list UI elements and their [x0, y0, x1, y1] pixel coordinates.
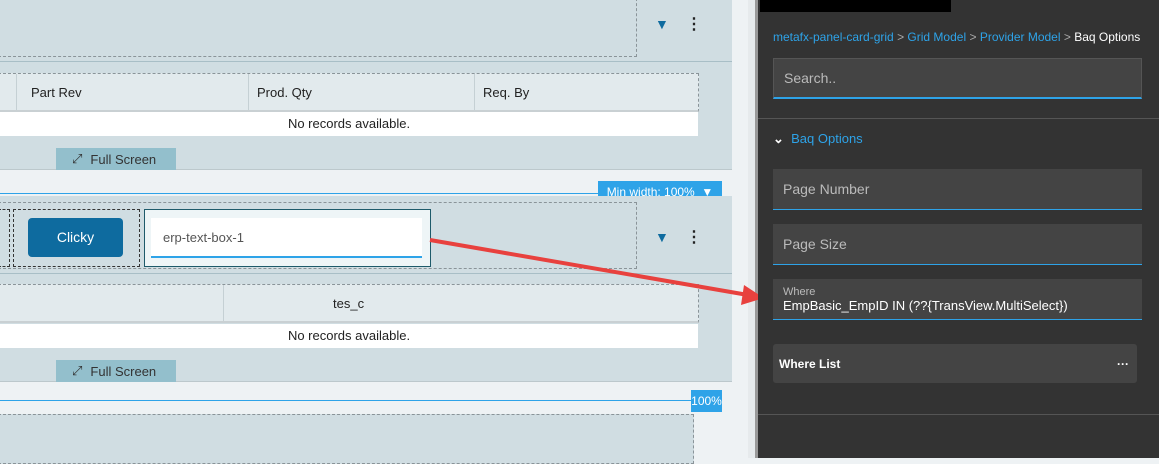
- breadcrumb-current: Baq Options: [1074, 30, 1141, 44]
- divider: [758, 414, 1159, 415]
- breadcrumb-separator: >: [1063, 30, 1071, 44]
- search-input[interactable]: Search..: [773, 58, 1142, 99]
- breadcrumb-separator: >: [897, 30, 905, 44]
- breadcrumb-item[interactable]: Provider Model: [980, 30, 1061, 44]
- divider: [758, 118, 1159, 119]
- properties-panel: metafx-panel-card-grid > Grid Model > Pr…: [758, 0, 1159, 458]
- page-number-field[interactable]: Page Number: [773, 169, 1142, 210]
- where-list-button[interactable]: Where List ···: [773, 344, 1137, 383]
- where-list-label: Where List: [779, 356, 841, 371]
- breadcrumb-item[interactable]: metafx-panel-card-grid: [773, 30, 894, 44]
- title-bar: [760, 0, 951, 12]
- where-field[interactable]: Where EmpBasic_EmpID IN (??{TransView.Mu…: [773, 279, 1142, 320]
- ellipsis-icon[interactable]: ···: [1117, 357, 1129, 371]
- section-baq-options[interactable]: ⌄ Baq Options: [773, 131, 863, 147]
- where-label: Where: [783, 285, 816, 298]
- chevron-down-icon: ⌄: [773, 131, 784, 146]
- breadcrumb: metafx-panel-card-grid > Grid Model > Pr…: [773, 30, 1140, 44]
- breadcrumb-item[interactable]: Grid Model: [907, 30, 966, 44]
- breadcrumb-separator: >: [969, 30, 977, 44]
- where-value: EmpBasic_EmpID IN (??{TransView.MultiSel…: [783, 297, 1068, 313]
- page-size-field[interactable]: Page Size: [773, 224, 1142, 265]
